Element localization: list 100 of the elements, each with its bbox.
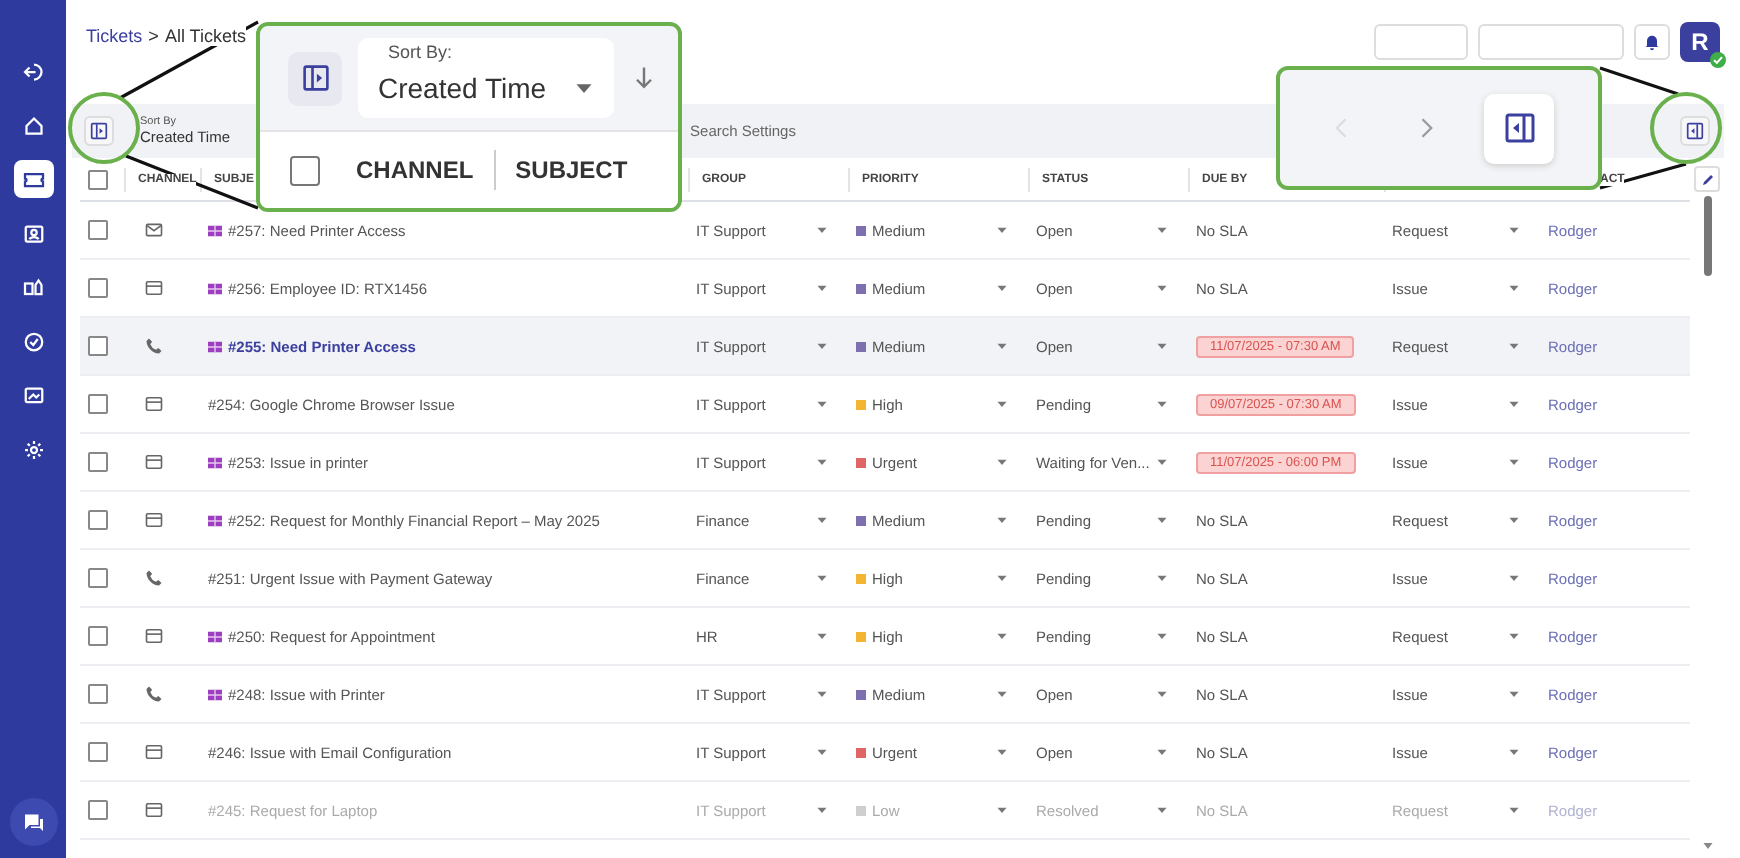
caret-icon[interactable] [1508, 630, 1520, 642]
caret-icon[interactable] [996, 224, 1008, 236]
callout-line [1599, 162, 1687, 190]
avatar-button[interactable]: R [1680, 22, 1720, 62]
caret-icon[interactable] [1156, 572, 1168, 584]
sort-direction-icon[interactable] [630, 62, 658, 94]
window-icon [144, 742, 164, 762]
caret-icon[interactable] [1156, 282, 1168, 294]
monitor-icon [21, 383, 45, 407]
window-icon [144, 278, 164, 298]
highlight-circle [1650, 92, 1722, 164]
caret-icon[interactable] [1508, 398, 1520, 410]
bell-icon [1642, 32, 1662, 52]
scroll-down-icon[interactable] [1701, 840, 1713, 852]
caret-icon[interactable] [1156, 688, 1168, 700]
caret-icon[interactable] [996, 688, 1008, 700]
caret-icon[interactable] [1508, 804, 1520, 816]
chat-icon [21, 810, 45, 834]
caret-icon[interactable] [996, 340, 1008, 352]
edit-columns-button[interactable] [1694, 166, 1720, 192]
caret-icon[interactable] [996, 572, 1008, 584]
buildings-icon [21, 275, 45, 299]
caret-icon[interactable] [1508, 514, 1520, 526]
chat-button[interactable] [9, 798, 57, 846]
checkbox[interactable] [88, 510, 108, 530]
caret-icon[interactable] [1508, 456, 1520, 468]
caret-icon[interactable] [1508, 746, 1520, 758]
checkbox[interactable] [88, 220, 108, 240]
sidebar-item[interactable] [13, 160, 53, 198]
checkbox[interactable] [88, 278, 108, 298]
caret-icon[interactable] [1508, 224, 1520, 236]
caret-icon[interactable] [1508, 282, 1520, 294]
column-header: CHANNEL [356, 156, 474, 184]
caret-icon[interactable] [816, 630, 828, 642]
caret-icon[interactable] [1156, 746, 1168, 758]
caret-icon[interactable] [1508, 572, 1520, 584]
caret-icon[interactable] [1156, 514, 1168, 526]
caret-icon[interactable] [1156, 804, 1168, 816]
sort-select[interactable]: Sort By: Created Time [358, 38, 614, 118]
caret-icon[interactable] [1508, 688, 1520, 700]
caret-icon[interactable] [816, 224, 828, 236]
checkbox[interactable] [88, 684, 108, 704]
caret-icon[interactable] [996, 804, 1008, 816]
caret-icon[interactable] [996, 398, 1008, 410]
caret-icon[interactable] [816, 398, 828, 410]
caret-icon[interactable] [996, 630, 1008, 642]
checkbox[interactable] [88, 169, 108, 189]
checkbox[interactable] [88, 452, 108, 472]
caret-icon[interactable] [816, 282, 828, 294]
checkbox[interactable] [88, 742, 108, 762]
panel-toggle-button[interactable] [1484, 93, 1554, 163]
breadcrumb-link[interactable]: Tickets [86, 26, 143, 46]
caret-icon[interactable] [1156, 630, 1168, 642]
check-circle-icon [21, 329, 45, 353]
caret-icon[interactable] [816, 340, 828, 352]
callout-line [1599, 66, 1679, 96]
caret-icon[interactable] [996, 282, 1008, 294]
window-icon [144, 800, 164, 820]
caret-icon[interactable] [996, 746, 1008, 758]
notifications-button[interactable] [1634, 24, 1670, 60]
panel-toggle-button[interactable] [1680, 116, 1710, 146]
caret-icon[interactable] [1156, 340, 1168, 352]
breadcrumb-current: All Tickets [164, 26, 246, 46]
caret-icon[interactable] [816, 746, 828, 758]
home-icon [21, 113, 45, 137]
checkbox[interactable] [88, 394, 108, 414]
checkbox[interactable] [88, 336, 108, 356]
caret-icon[interactable] [1156, 398, 1168, 410]
panel-icon [1503, 112, 1535, 144]
caret-icon[interactable] [996, 514, 1008, 526]
panel-icon [90, 122, 108, 140]
phone-icon [144, 336, 164, 356]
window-icon [144, 452, 164, 472]
caret-icon[interactable] [816, 804, 828, 816]
caret-icon[interactable] [1156, 456, 1168, 468]
checkbox[interactable] [88, 626, 108, 646]
window-icon [144, 510, 164, 530]
panel-toggle-button[interactable] [84, 116, 114, 146]
caret-icon[interactable] [816, 456, 828, 468]
settings-icon [21, 437, 45, 461]
panel-icon [1686, 122, 1704, 140]
phone-icon [144, 684, 164, 704]
panel-toggle-button[interactable] [288, 51, 342, 105]
envelope-icon [144, 220, 164, 240]
caret-icon[interactable] [574, 78, 594, 98]
caret-icon[interactable] [1508, 340, 1520, 352]
caret-icon[interactable] [816, 688, 828, 700]
caret-icon[interactable] [816, 514, 828, 526]
panel-icon [301, 64, 329, 92]
checkbox[interactable] [290, 155, 320, 185]
breadcrumb-separator: > [148, 26, 159, 46]
logout-icon [21, 59, 45, 83]
caret-icon[interactable] [996, 456, 1008, 468]
column-header: SUBJECT [515, 156, 628, 184]
caret-icon[interactable] [816, 572, 828, 584]
checkbox[interactable] [88, 568, 108, 588]
window-icon [144, 626, 164, 646]
caret-icon[interactable] [1156, 224, 1168, 236]
checkbox[interactable] [88, 800, 108, 820]
pencil-icon [1699, 171, 1715, 187]
